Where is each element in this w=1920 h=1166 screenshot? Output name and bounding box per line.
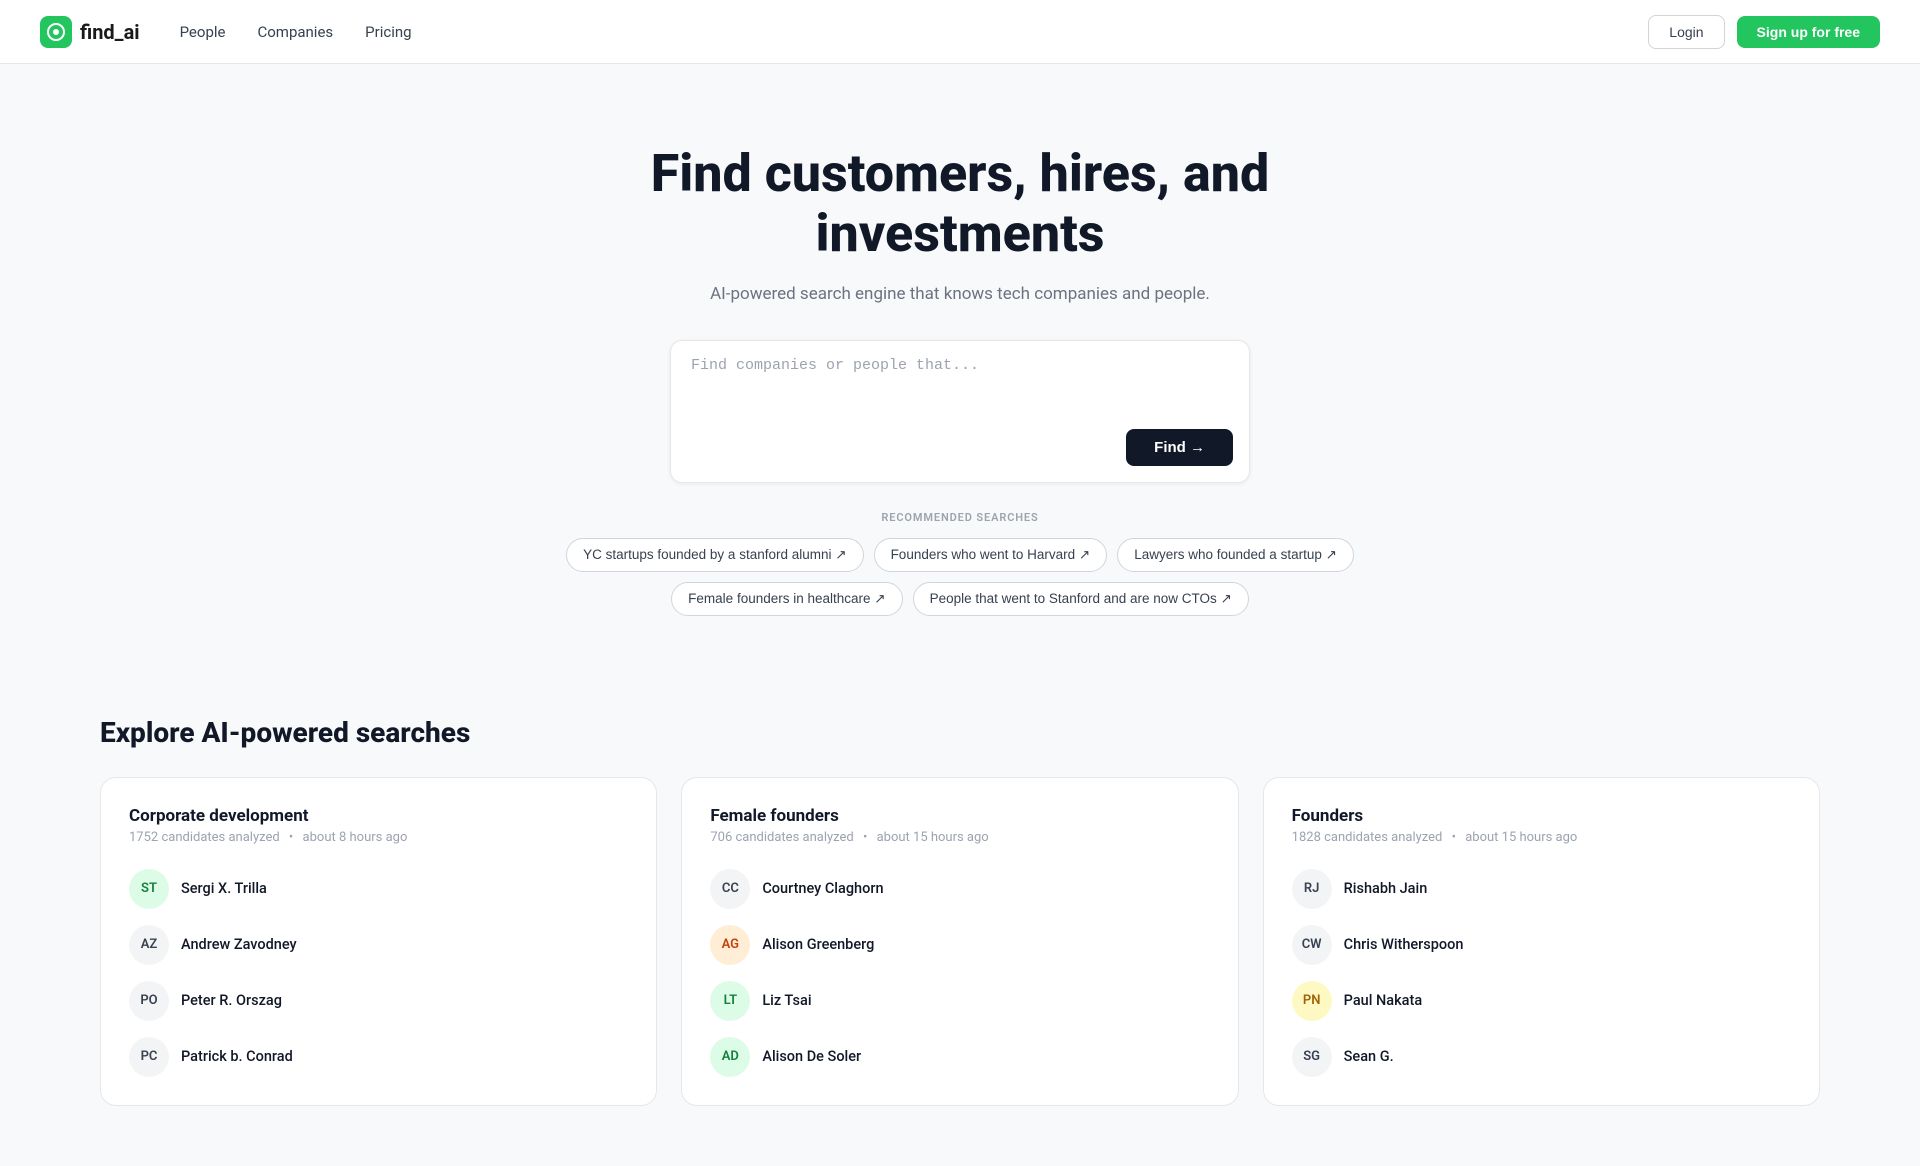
person-item: CW Chris Witherspoon (1292, 925, 1791, 965)
chip-harvard[interactable]: Founders who went to Harvard ↗ (874, 538, 1108, 572)
person-name: Alison Greenberg (762, 936, 874, 953)
avatar: ST (129, 869, 169, 909)
candidates-count: 1828 candidates analyzed (1292, 830, 1443, 845)
card-time: about 15 hours ago (1465, 830, 1577, 845)
card-meta: 1752 candidates analyzed • about 8 hours… (129, 830, 628, 845)
login-button[interactable]: Login (1648, 15, 1724, 49)
card-title: Corporate development (129, 806, 628, 826)
avatar: AD (710, 1037, 750, 1077)
person-name: Chris Witherspoon (1344, 936, 1464, 953)
person-item: SG Sean G. (1292, 1037, 1791, 1077)
person-item: PO Peter R. Orszag (129, 981, 628, 1021)
person-item: PC Patrick b. Conrad (129, 1037, 628, 1077)
person-name: Sergi X. Trilla (181, 880, 267, 897)
logo-icon (40, 16, 72, 48)
hero-section: Find customers, hires, and investments A… (0, 64, 1920, 676)
nav-links: People Companies Pricing (180, 23, 412, 41)
recommended-label: RECOMMENDED SEARCHES (566, 511, 1354, 524)
candidates-count: 706 candidates analyzed (710, 830, 853, 845)
chip-rows: YC startups founded by a stanford alumni… (566, 538, 1354, 616)
chip-stanford-ctos[interactable]: People that went to Stanford and are now… (913, 582, 1249, 616)
avatar: PN (1292, 981, 1332, 1021)
meta-dot: • (289, 830, 293, 845)
avatar: CC (710, 869, 750, 909)
card-time: about 8 hours ago (303, 830, 408, 845)
meta-dot: • (1452, 830, 1456, 845)
person-item: AZ Andrew Zavodney (129, 925, 628, 965)
avatar: CW (1292, 925, 1332, 965)
card-meta: 1828 candidates analyzed • about 15 hour… (1292, 830, 1791, 845)
person-name: Patrick b. Conrad (181, 1048, 293, 1065)
person-item: LT Liz Tsai (710, 981, 1209, 1021)
recommended-section: RECOMMENDED SEARCHES YC startups founded… (566, 511, 1354, 616)
meta-dot: • (863, 830, 867, 845)
search-input[interactable] (691, 357, 1233, 417)
nav-right: Login Sign up for free (1648, 15, 1880, 49)
person-name: Paul Nakata (1344, 992, 1422, 1009)
person-name: Rishabh Jain (1344, 880, 1428, 897)
avatar: AZ (129, 925, 169, 965)
person-name: Liz Tsai (762, 992, 811, 1009)
person-list: RJ Rishabh Jain CW Chris Witherspoon PN … (1292, 869, 1791, 1077)
nav-people[interactable]: People (180, 23, 226, 41)
avatar: AG (710, 925, 750, 965)
explore-title: Explore AI-powered searches (100, 716, 1820, 749)
explore-card-card-founders[interactable]: Founders 1828 candidates analyzed • abou… (1263, 777, 1820, 1106)
card-time: about 15 hours ago (877, 830, 989, 845)
person-item: RJ Rishabh Jain (1292, 869, 1791, 909)
person-name: Courtney Claghorn (762, 880, 883, 897)
chip-yc-stanford[interactable]: YC startups founded by a stanford alumni… (566, 538, 863, 572)
find-button[interactable]: Find → (1126, 429, 1233, 466)
card-meta: 706 candidates analyzed • about 15 hours… (710, 830, 1209, 845)
card-title: Founders (1292, 806, 1791, 826)
explore-card-card-corporate[interactable]: Corporate development 1752 candidates an… (100, 777, 657, 1106)
person-name: Andrew Zavodney (181, 936, 297, 953)
person-item: CC Courtney Claghorn (710, 869, 1209, 909)
logo-text: find_ai (80, 20, 140, 44)
person-name: Peter R. Orszag (181, 992, 282, 1009)
card-title: Female founders (710, 806, 1209, 826)
person-name: Alison De Soler (762, 1048, 861, 1065)
avatar: PO (129, 981, 169, 1021)
cards-grid: Corporate development 1752 candidates an… (100, 777, 1820, 1106)
hero-title: Find customers, hires, and investments (610, 144, 1310, 264)
person-name: Sean G. (1344, 1048, 1394, 1065)
person-item: ST Sergi X. Trilla (129, 869, 628, 909)
avatar: LT (710, 981, 750, 1021)
nav-pricing[interactable]: Pricing (365, 23, 411, 41)
person-list: CC Courtney Claghorn AG Alison Greenberg… (710, 869, 1209, 1077)
avatar: RJ (1292, 869, 1332, 909)
person-item: AG Alison Greenberg (710, 925, 1209, 965)
avatar: SG (1292, 1037, 1332, 1077)
nav-left: find_ai People Companies Pricing (40, 16, 412, 48)
avatar: PC (129, 1037, 169, 1077)
chip-row-1: YC startups founded by a stanford alumni… (566, 538, 1354, 572)
candidates-count: 1752 candidates analyzed (129, 830, 280, 845)
search-footer: Find → (691, 429, 1233, 466)
logo[interactable]: find_ai (40, 16, 140, 48)
navbar: find_ai People Companies Pricing Login S… (0, 0, 1920, 64)
chip-row-2: Female founders in healthcare ↗ People t… (671, 582, 1249, 616)
chip-lawyers[interactable]: Lawyers who founded a startup ↗ (1117, 538, 1354, 572)
person-item: AD Alison De Soler (710, 1037, 1209, 1077)
chip-female-founders[interactable]: Female founders in healthcare ↗ (671, 582, 902, 616)
explore-section: Explore AI-powered searches Corporate de… (0, 676, 1920, 1166)
signup-button[interactable]: Sign up for free (1737, 16, 1880, 48)
person-list: ST Sergi X. Trilla AZ Andrew Zavodney PO… (129, 869, 628, 1077)
hero-subtitle: AI-powered search engine that knows tech… (710, 284, 1210, 304)
search-box: Find → (670, 340, 1250, 483)
person-item: PN Paul Nakata (1292, 981, 1791, 1021)
nav-companies[interactable]: Companies (257, 23, 333, 41)
explore-card-card-female[interactable]: Female founders 706 candidates analyzed … (681, 777, 1238, 1106)
